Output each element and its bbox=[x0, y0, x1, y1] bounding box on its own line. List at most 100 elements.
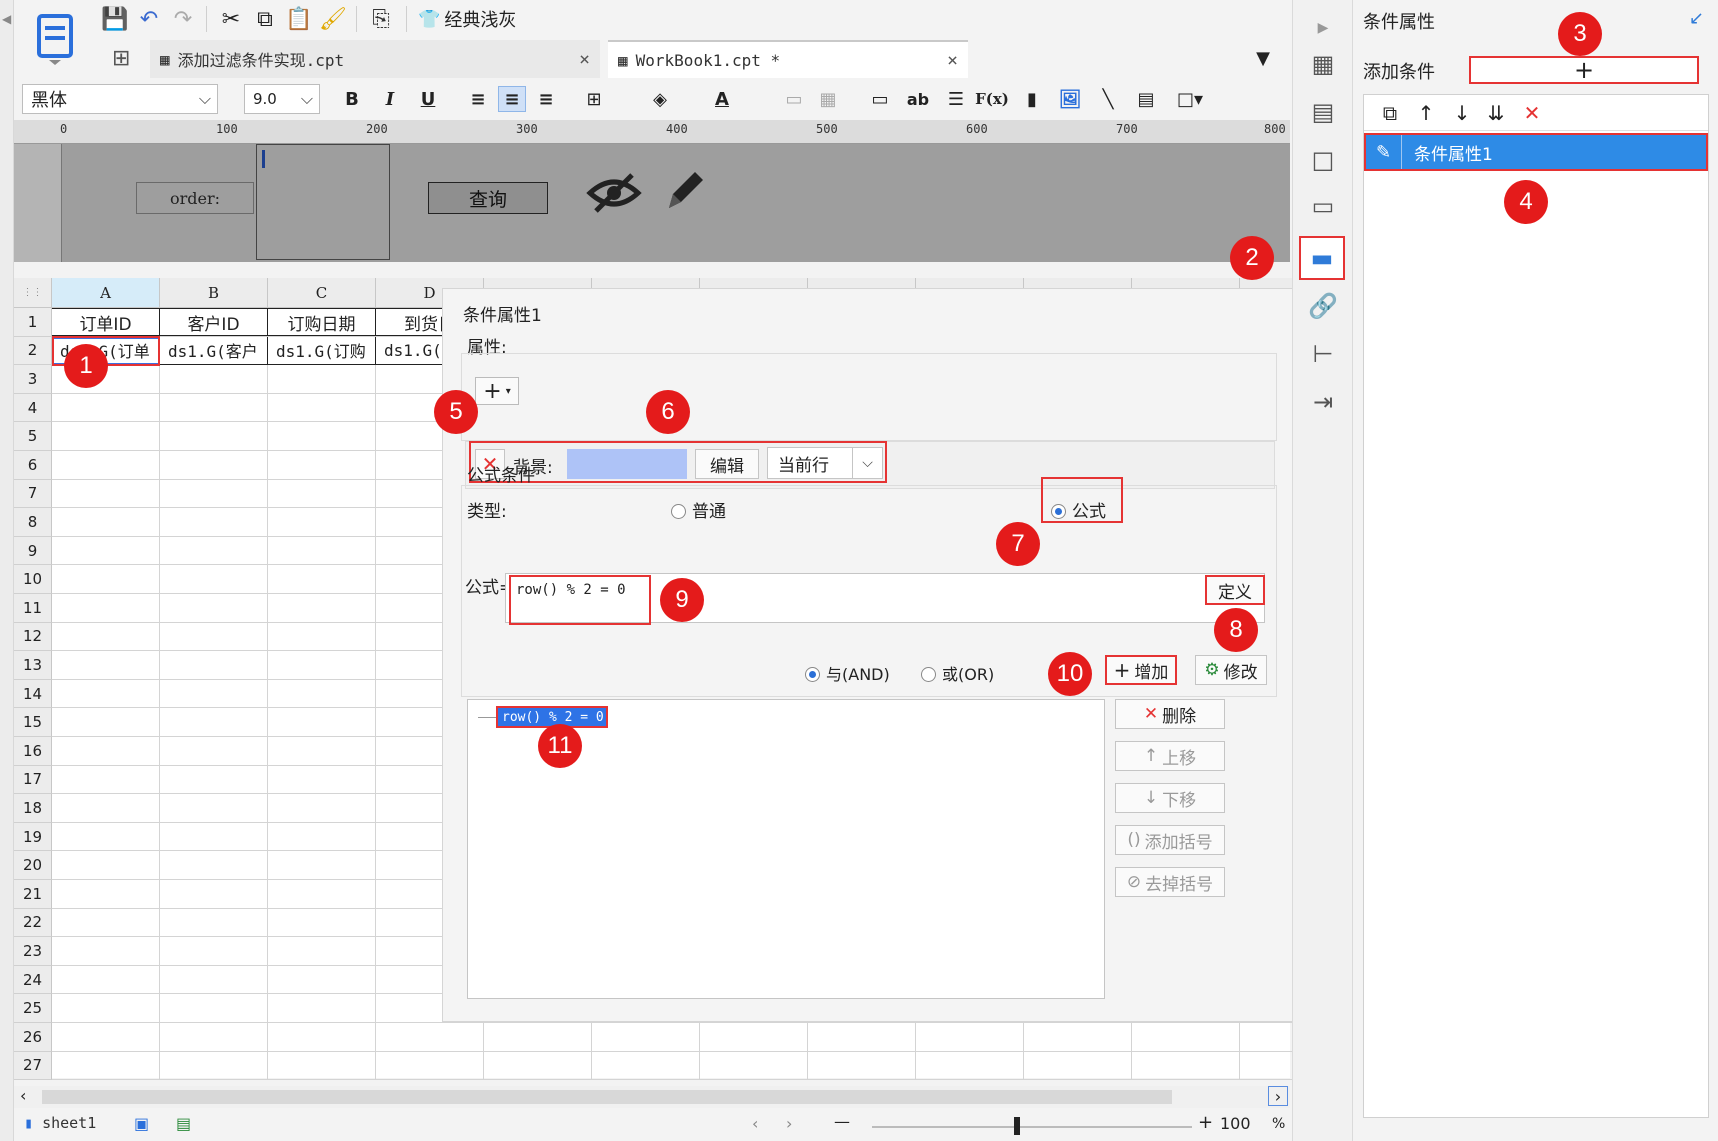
move-down-button[interactable]: ↓ 下移 bbox=[1115, 783, 1225, 813]
grid-cell[interactable] bbox=[160, 1051, 268, 1081]
row-header[interactable]: 14 bbox=[14, 679, 52, 709]
grid-cell[interactable] bbox=[268, 365, 376, 394]
condition-list-item[interactable]: ✎ 条件属性1 bbox=[1364, 133, 1708, 171]
collapse-icon[interactable]: ↙ bbox=[1689, 8, 1704, 29]
row-header[interactable]: 23 bbox=[14, 937, 52, 966]
scroll-right-icon[interactable]: › bbox=[1268, 1086, 1288, 1106]
grid-cell[interactable] bbox=[268, 508, 376, 537]
grid-cell[interactable] bbox=[268, 1023, 376, 1052]
radio-and[interactable]: 与(AND) bbox=[805, 661, 890, 685]
scrollbar-thumb[interactable] bbox=[42, 1090, 1172, 1104]
save-icon[interactable]: 💾 bbox=[100, 4, 130, 34]
header-cell[interactable]: 客户ID bbox=[160, 308, 268, 336]
eye-slash-icon[interactable] bbox=[584, 166, 644, 220]
row-header[interactable]: 2 bbox=[14, 336, 52, 366]
tree-icon[interactable]: ⊢ bbox=[1307, 338, 1339, 370]
data-cell[interactable]: ds1.G(客户 bbox=[160, 336, 268, 365]
grid-cell[interactable] bbox=[592, 1051, 700, 1081]
grid-cell[interactable] bbox=[52, 1023, 160, 1052]
grid-cell[interactable] bbox=[808, 1023, 916, 1052]
row-header[interactable]: 16 bbox=[14, 737, 52, 766]
grid-cell[interactable] bbox=[52, 536, 160, 566]
app-logo-icon[interactable] bbox=[28, 8, 82, 72]
split-icon[interactable]: ▦ bbox=[814, 86, 842, 112]
header-cell[interactable]: 订单ID bbox=[52, 308, 160, 336]
cell-element-icon[interactable]: ▦ bbox=[1307, 48, 1339, 80]
sheet-tab[interactable]: ▮ sheet1 bbox=[24, 1114, 96, 1132]
header-cell[interactable]: 订购日期 bbox=[268, 308, 376, 336]
grid-cell[interactable] bbox=[52, 937, 160, 966]
data-cell[interactable]: ds1.G(订购 bbox=[268, 336, 376, 365]
preview-icon[interactable]: ⎘ bbox=[366, 4, 396, 34]
grid-cell[interactable] bbox=[268, 422, 376, 451]
delete-icon[interactable]: ✕ bbox=[1518, 99, 1546, 127]
grid-cell[interactable] bbox=[268, 622, 376, 652]
row-header[interactable]: 15 bbox=[14, 708, 52, 737]
tab-workbook[interactable]: ▦ WorkBook1.cpt * × bbox=[608, 40, 968, 78]
grid-cell[interactable] bbox=[268, 965, 376, 995]
zoom-value[interactable]: 100 bbox=[1220, 1114, 1251, 1133]
grid-cell[interactable] bbox=[268, 908, 376, 938]
zoom-slider[interactable] bbox=[872, 1126, 1192, 1128]
delete-button[interactable]: ✕ 删除 bbox=[1115, 699, 1225, 729]
border-style-icon[interactable]: □▾ bbox=[1170, 86, 1210, 112]
grid-cell[interactable] bbox=[268, 737, 376, 766]
italic-button[interactable]: I bbox=[376, 86, 404, 112]
grid-cell[interactable] bbox=[160, 765, 268, 795]
zoom-slider-thumb[interactable] bbox=[1014, 1117, 1020, 1135]
grid-cell[interactable] bbox=[160, 737, 268, 766]
grid-cell[interactable] bbox=[268, 794, 376, 823]
grid-cell[interactable] bbox=[160, 393, 268, 423]
grid-cell[interactable] bbox=[52, 1051, 160, 1081]
font-size-select[interactable]: 9.0 ⌵ bbox=[244, 84, 320, 114]
align-center-icon[interactable]: ≡ bbox=[498, 86, 526, 112]
copy-icon[interactable]: ⧉ bbox=[1376, 99, 1404, 127]
copy-icon[interactable]: ⧉ bbox=[250, 4, 280, 34]
grid-cell[interactable] bbox=[1024, 1023, 1132, 1052]
row-header[interactable]: 11 bbox=[14, 594, 52, 623]
cell-properties-icon[interactable]: ▤ bbox=[1307, 96, 1339, 128]
grid-cell[interactable] bbox=[52, 451, 160, 480]
underline-button[interactable]: U bbox=[414, 86, 442, 112]
pencil-icon[interactable] bbox=[660, 162, 710, 218]
row-header[interactable]: 9 bbox=[14, 536, 52, 566]
grid-cell[interactable] bbox=[160, 422, 268, 451]
grid-cell[interactable] bbox=[52, 651, 160, 680]
grid-cell[interactable] bbox=[160, 594, 268, 623]
grid-cell[interactable] bbox=[916, 1023, 1024, 1052]
sub-report-icon[interactable]: ▤ bbox=[1132, 86, 1160, 112]
add-paren-button[interactable]: () 添加括号 bbox=[1115, 825, 1225, 855]
add-condition-plus-button[interactable]: + bbox=[1469, 56, 1699, 84]
grid-cell[interactable] bbox=[160, 451, 268, 480]
grid-cell[interactable] bbox=[52, 594, 160, 623]
select-all-corner[interactable]: ⋮⋮ bbox=[14, 278, 52, 308]
font-name-select[interactable]: 黑体 ⌵ bbox=[22, 84, 218, 114]
grid-cell[interactable] bbox=[52, 422, 160, 451]
collapse-left-icon[interactable]: ◀ bbox=[2, 12, 11, 26]
align-left-icon[interactable]: ≡ bbox=[464, 86, 492, 112]
grid-cell[interactable] bbox=[1132, 1051, 1240, 1081]
column-header[interactable]: B bbox=[160, 278, 268, 308]
add-property-button[interactable]: + ▾ bbox=[475, 377, 519, 405]
grid-cell[interactable] bbox=[160, 565, 268, 594]
order-widget[interactable] bbox=[256, 144, 390, 260]
add-poly-sheet-icon[interactable]: ▤ bbox=[176, 1114, 191, 1133]
radio-or[interactable]: 或(OR) bbox=[921, 661, 994, 685]
grid-cell[interactable] bbox=[268, 851, 376, 880]
grid-cell[interactable] bbox=[700, 1051, 808, 1081]
modify-button[interactable]: ⚙ 修改 bbox=[1195, 655, 1267, 685]
arrow-up-icon[interactable]: ↑ bbox=[1412, 99, 1440, 127]
close-icon[interactable]: × bbox=[579, 49, 590, 70]
row-header[interactable]: 1 bbox=[14, 308, 52, 337]
import-icon[interactable]: ⇥ bbox=[1307, 386, 1339, 418]
row-header[interactable]: 8 bbox=[14, 508, 52, 537]
condition-properties-icon[interactable]: ▬ bbox=[1299, 236, 1345, 280]
grid-cell[interactable] bbox=[376, 1051, 484, 1081]
sort-down-icon[interactable]: ⇊ bbox=[1482, 99, 1510, 127]
grid-cell[interactable] bbox=[160, 994, 268, 1023]
grid-cell[interactable] bbox=[1024, 1051, 1132, 1081]
redo-icon[interactable]: ↷ bbox=[168, 4, 198, 34]
column-header[interactable]: C bbox=[268, 278, 376, 308]
grid-cell[interactable] bbox=[160, 622, 268, 652]
grid-cell[interactable] bbox=[52, 508, 160, 537]
